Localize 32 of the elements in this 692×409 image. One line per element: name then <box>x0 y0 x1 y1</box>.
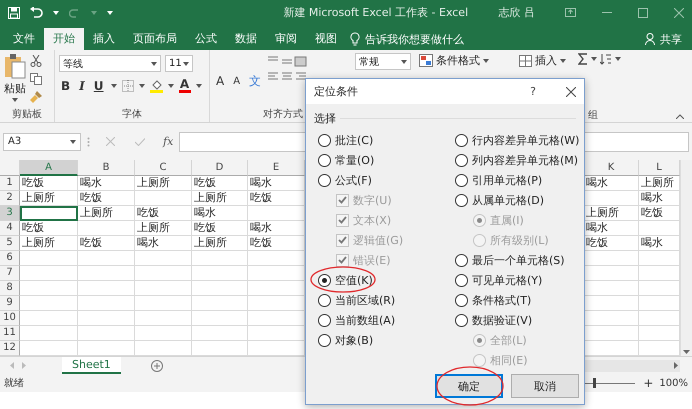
option-label: 对象(B) <box>335 332 374 348</box>
option-label: 全部(L) <box>490 332 527 348</box>
status-text: 就绪 <box>4 376 24 390</box>
option-label: 空值(K) <box>335 272 373 288</box>
option-label: 逻辑值(G) <box>353 232 404 248</box>
zoom-level: 100% <box>659 378 688 388</box>
option-label: 相同(E) <box>490 352 528 368</box>
option-label: 当前数组(A) <box>335 312 396 328</box>
option-label: 错误(E) <box>353 252 391 268</box>
group-label: 对齐方式 <box>262 108 304 122</box>
option-label: 可见单元格(Y) <box>472 272 542 288</box>
option-label: 批注(C) <box>335 132 374 148</box>
option-label: 直属(I) <box>490 212 524 228</box>
option-label: 当前区域(R) <box>335 292 396 308</box>
option-label: 数据验证(V) <box>472 312 532 328</box>
option-label: 公式(F) <box>335 172 372 188</box>
option-label: 条件格式(T) <box>472 292 532 308</box>
dialog-title: 定位条件 <box>314 84 359 99</box>
group-label: 组 <box>588 109 598 122</box>
option-label: 文本(X) <box>353 212 392 228</box>
option-label: 行内容差异单元格(W) <box>472 132 580 148</box>
group-label: 选择 <box>314 111 336 126</box>
group-label: 剪贴板 <box>11 108 43 122</box>
option-label: 引用单元格(P) <box>472 172 542 188</box>
option-label: 数字(U) <box>353 192 392 208</box>
option-label: 所有级别(L) <box>490 232 549 248</box>
option-label: 列内容差异单元格(M) <box>472 152 578 168</box>
group-label: 字体 <box>121 108 143 122</box>
option-label: 常量(O) <box>335 152 374 168</box>
window-title: 新建 Microsoft Excel 工作表 - Excel <box>282 5 470 20</box>
option-label: 最后一个单元格(S) <box>472 252 565 268</box>
option-label: 从属单元格(D) <box>472 192 544 208</box>
